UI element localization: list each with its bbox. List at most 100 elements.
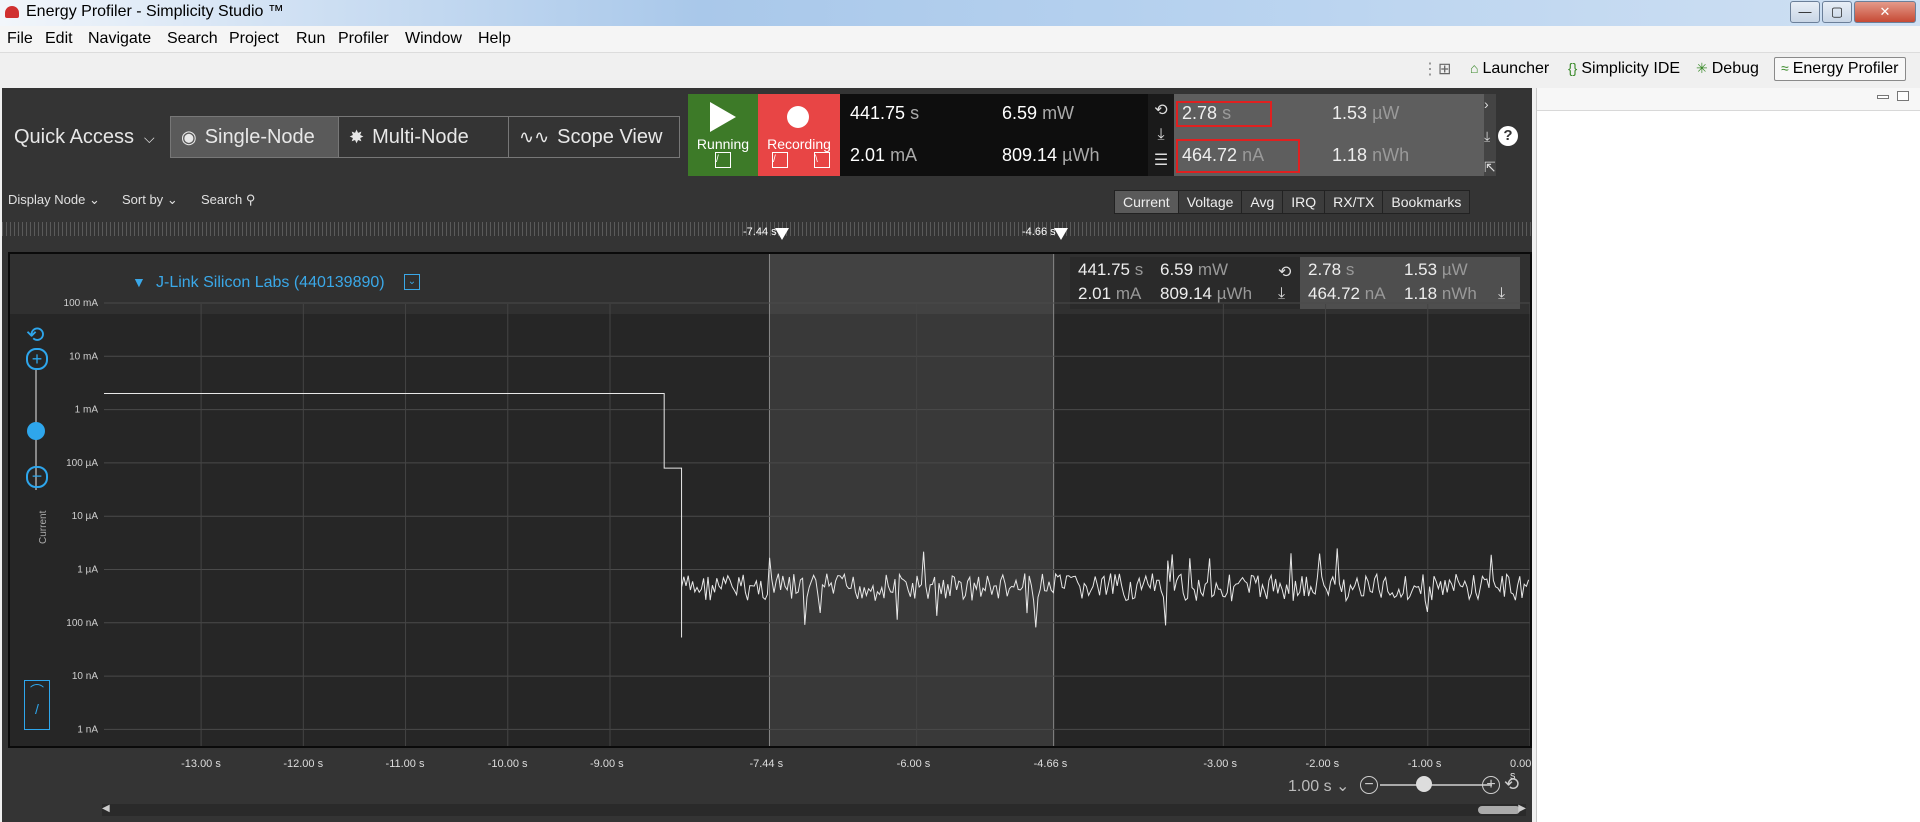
scrollbar-thumb[interactable]: [1478, 806, 1520, 814]
search-button[interactable]: Search ⚲: [201, 192, 255, 208]
export-icon[interactable]: ⇱: [1484, 159, 1496, 176]
close-button[interactable]: ✕: [1854, 1, 1916, 23]
stat-power: 6.59 mW: [1002, 103, 1074, 124]
tab-irq[interactable]: IRQ: [1283, 191, 1326, 213]
menu-file[interactable]: File: [7, 30, 33, 48]
x-tick-label: -6.00 s: [896, 758, 931, 770]
h-zoom-out-icon[interactable]: −: [1360, 776, 1378, 794]
scroll-left-icon[interactable]: ◀: [102, 803, 110, 814]
stat-value: 809.14: [1002, 145, 1058, 165]
menu-navigate[interactable]: Navigate: [88, 30, 151, 48]
x-tick-label: -2.00 s: [1305, 758, 1340, 770]
tab-current[interactable]: Current: [1115, 191, 1179, 213]
y-tick-label: 1 mA: [75, 405, 99, 416]
perspective-launcher[interactable]: ⌂ Launcher: [1470, 60, 1549, 78]
single-node-icon: ◉: [181, 126, 197, 147]
current-chart[interactable]: 100 mA 10 mA 1 mA 100 µA 10 µA 1 µA 100 nA 10 n…: [10, 254, 1530, 746]
menu-project[interactable]: Project: [229, 30, 279, 48]
title-bar: Energy Profiler - Simplicity Studio ™ — …: [0, 0, 1920, 26]
minimize-button[interactable]: —: [1790, 1, 1820, 23]
horizontal-scrollbar[interactable]: ◀ ▶: [102, 803, 1526, 816]
side-panel-toolbar: [1537, 88, 1920, 111]
energy-profiler-view: Quick Access ⌵ ◉ Single-Node ✸ Multi-Node ∿…: [2, 88, 1532, 822]
h-zoom-slider-track[interactable]: [1380, 784, 1492, 786]
perspective-label: Debug: [1711, 60, 1759, 77]
highlight-box-current: [1176, 139, 1300, 173]
perspective-energy-profiler[interactable]: ≈ Energy Profiler: [1774, 57, 1906, 81]
menu-run[interactable]: Run: [296, 30, 325, 48]
scroll-right-icon[interactable]: ▶: [1518, 803, 1526, 814]
sort-by-label: Sort by: [122, 192, 164, 207]
stat-time: 441.75 s: [850, 103, 919, 124]
menu-profiler[interactable]: Profiler: [338, 30, 389, 48]
y-tick-label: 10 µA: [72, 511, 99, 522]
chevron-right-icon[interactable]: ›: [1484, 96, 1496, 112]
tab-avg[interactable]: Avg: [1242, 191, 1284, 213]
h-zoom-slider-handle[interactable]: [1416, 776, 1432, 792]
perspective-debug[interactable]: ✳ Debug: [1696, 60, 1759, 78]
energy-icon: ≈: [1781, 60, 1789, 76]
tab-bookmarks[interactable]: Bookmarks: [1383, 191, 1470, 213]
perspective-bar: ⋮ ⊞ ⌂ Launcher {} Simplicity IDE ✳ Debug ≈ E…: [0, 53, 1920, 87]
trigger-start-icon[interactable]: /: [772, 152, 788, 168]
stat-unit: s: [910, 103, 920, 123]
scope-view-button[interactable]: ∿∿ Scope View: [509, 117, 677, 157]
download-icon[interactable]: ⤓: [1484, 128, 1496, 145]
marker-end-handle[interactable]: [1054, 228, 1068, 240]
play-icon: [710, 102, 736, 132]
download-icon[interactable]: ⤓: [1148, 126, 1174, 144]
menu-help[interactable]: Help: [478, 30, 511, 48]
marker-start-handle[interactable]: [775, 228, 789, 240]
perspective-simplicity-ide[interactable]: {} Simplicity IDE: [1568, 60, 1680, 78]
display-node-dropdown[interactable]: Display Node ⌄: [8, 192, 100, 208]
stat-value: 6.59: [1002, 103, 1038, 123]
menu-edit[interactable]: Edit: [45, 30, 73, 48]
x-tick-label: -9.00 s: [590, 758, 624, 770]
single-node-button[interactable]: ◉ Single-Node: [171, 117, 339, 157]
minimize-view-icon[interactable]: [1877, 95, 1889, 99]
highlight-box-time: [1176, 101, 1272, 127]
menu-window[interactable]: Window: [405, 30, 462, 48]
window-title: Energy Profiler - Simplicity Studio ™: [26, 3, 284, 20]
h-zoom-reset-icon[interactable]: ⟲: [1504, 774, 1519, 795]
trigger-stop-icon[interactable]: \: [814, 152, 830, 168]
stat-value: 1.18: [1332, 145, 1368, 165]
stat-value: 441.75: [850, 103, 906, 123]
selection-stats: 2.78 s 464.72 nA 1.53 µW 1.18 nWh: [1174, 94, 1484, 176]
list-icon[interactable]: ☰: [1148, 150, 1174, 170]
x-tick-label: -3.00 s: [1203, 758, 1237, 770]
tab-voltage[interactable]: Voltage: [1178, 191, 1243, 213]
chevron-down-icon: ⌵: [144, 130, 155, 146]
maximize-view-icon[interactable]: [1897, 91, 1909, 101]
trigger-rising-icon[interactable]: /: [715, 152, 731, 168]
horizontal-zoom-dropdown[interactable]: 1.00 s ⌄: [1288, 776, 1349, 796]
sel-stat-energy: 1.18 nWh: [1332, 145, 1409, 166]
maximize-button[interactable]: ▢: [1822, 1, 1852, 23]
search-icon: ⚲: [245, 192, 256, 207]
braces-icon: {}: [1568, 60, 1578, 76]
stat-unit: mA: [890, 145, 918, 165]
stat-unit: mW: [1042, 103, 1075, 123]
multi-node-button[interactable]: ✸ Multi-Node: [339, 117, 509, 157]
help-icon[interactable]: ?: [1498, 126, 1518, 146]
open-perspective-icon[interactable]: ⊞: [1438, 59, 1451, 79]
h-zoom-in-icon[interactable]: +: [1482, 776, 1500, 794]
mode-selector: ◉ Single-Node ✸ Multi-Node ∿∿ Scope View: [170, 116, 680, 158]
y-tick-label: 100 nA: [66, 618, 98, 629]
perspective-label: Launcher: [1482, 60, 1550, 77]
quick-access-menu[interactable]: Quick Access ⌵: [14, 126, 155, 149]
tab-rxtx[interactable]: RX/TX: [1325, 191, 1384, 213]
reset-icon[interactable]: ⟲: [1148, 100, 1174, 120]
record-icon: [787, 106, 809, 128]
x-tick-label: -7.44 s: [749, 758, 784, 770]
chevron-down-icon: ⌄: [88, 192, 100, 207]
x-tick-label: -1.00 s: [1407, 758, 1442, 770]
perspective-label: Energy Profiler: [1792, 60, 1899, 77]
x-tick-label: -10.00 s: [487, 758, 528, 770]
y-tick-label: 100 mA: [64, 298, 99, 309]
y-tick-label: 10 nA: [72, 671, 98, 682]
menu-search[interactable]: Search: [167, 30, 218, 48]
stat-unit: µW: [1372, 103, 1400, 123]
sort-by-dropdown[interactable]: Sort by ⌄: [122, 192, 178, 208]
x-tick-label: -13.00 s: [181, 758, 221, 770]
